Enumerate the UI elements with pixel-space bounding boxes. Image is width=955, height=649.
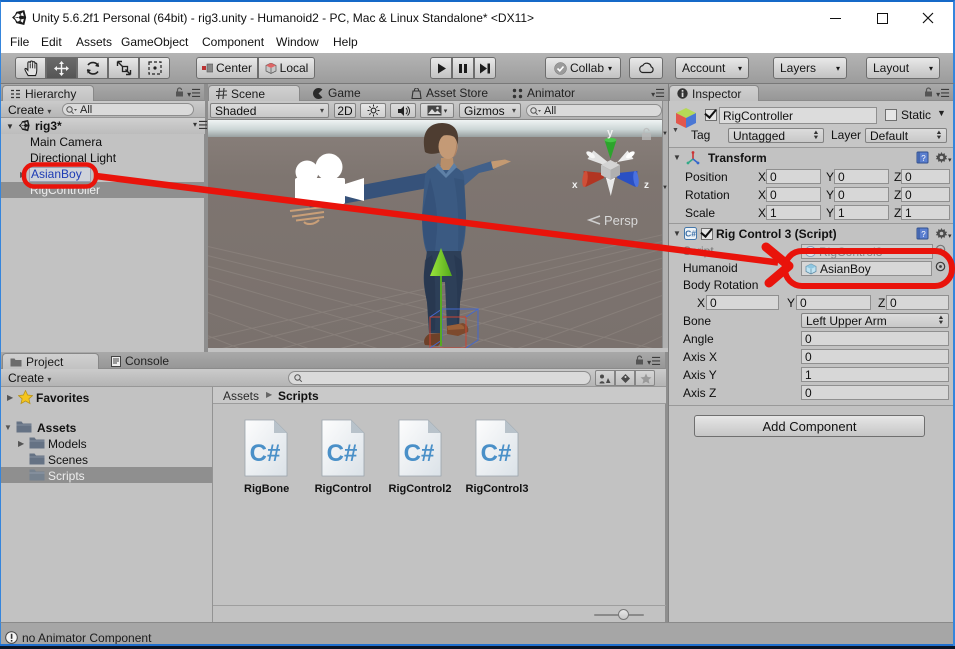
svg-text:C#: C# [327,440,358,467]
svg-text:x: x [572,180,578,191]
svg-text:z: z [644,180,649,191]
svg-text:C#: C# [404,440,435,467]
svg-text:?: ? [921,230,926,239]
svg-text:C#: C# [250,440,281,467]
svg-text:C#: C# [481,440,512,467]
svg-text:?: ? [921,154,926,163]
svg-text:y: y [607,127,614,139]
svg-text:C#: C# [685,229,696,239]
svg-text:#: # [809,247,813,256]
svg-text:Persp: Persp [604,213,638,228]
